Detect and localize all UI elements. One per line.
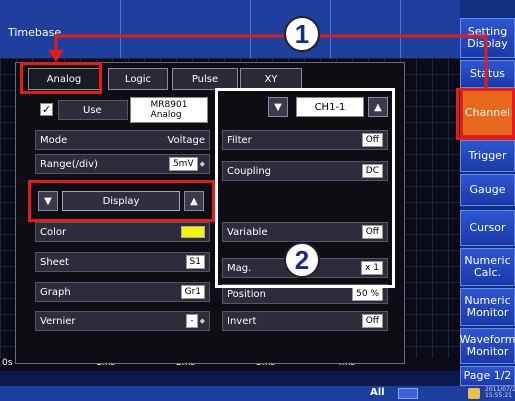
- top-bar: Timebase: [0, 0, 460, 58]
- numeric-monitor-button[interactable]: Numeric Monitor: [460, 288, 515, 326]
- position-label: Position: [227, 288, 266, 300]
- channel-button-highlight: [456, 88, 515, 140]
- use-label: Use: [83, 104, 102, 116]
- waveform-monitor-button[interactable]: Waveform Monitor: [460, 328, 515, 364]
- trigger-button[interactable]: Trigger: [460, 140, 515, 172]
- topbar-divider: [400, 0, 401, 58]
- analog-tab-highlight: [20, 62, 102, 94]
- spinner-icon[interactable]: ◆: [200, 160, 205, 168]
- graph-value[interactable]: Gr1: [180, 285, 205, 299]
- sheet-value[interactable]: S1: [185, 255, 205, 269]
- vernier-label: Vernier: [40, 315, 76, 327]
- bottom-status-bar: All 2011/07/22 15:55:21: [0, 386, 515, 401]
- mode-row[interactable]: Mode Voltage: [35, 130, 210, 150]
- tab-logic[interactable]: Logic: [108, 68, 168, 90]
- use-row: Use: [58, 100, 128, 120]
- mode-value: Voltage: [167, 134, 205, 146]
- time-tick: 0s: [2, 358, 13, 368]
- graph-row[interactable]: Graph Gr1: [35, 282, 210, 302]
- range-label: Range(/div): [40, 158, 98, 170]
- graph-label: Graph: [40, 286, 71, 298]
- all-label[interactable]: All: [370, 387, 385, 398]
- numeric-calc-button[interactable]: Numeric Calc.: [460, 248, 515, 286]
- invert-value[interactable]: Off: [361, 314, 383, 328]
- range-value[interactable]: 5mV: [168, 157, 198, 171]
- date-time: 2011/07/22 15:55:21: [485, 386, 515, 399]
- storage-icon: [468, 388, 480, 399]
- status-button[interactable]: Status: [460, 60, 515, 88]
- topbar-divider: [120, 0, 121, 58]
- side-button-panel: Setting Display Status Channel Trigger G…: [460, 0, 515, 386]
- sheet-label: Sheet: [40, 256, 69, 268]
- spinner-icon[interactable]: ◆: [200, 317, 205, 325]
- invert-label: Invert: [227, 315, 257, 327]
- color-row[interactable]: Color: [35, 222, 210, 242]
- cursor-button[interactable]: Cursor: [460, 210, 515, 246]
- page-button[interactable]: Page 1/2: [460, 366, 515, 386]
- position-value[interactable]: 50 %: [352, 287, 383, 301]
- sheet-row[interactable]: Sheet S1: [35, 252, 210, 272]
- topbar-divider: [250, 0, 251, 58]
- callout-number-1: 1: [284, 16, 320, 52]
- tab-xy[interactable]: XY: [240, 68, 302, 90]
- color-swatch[interactable]: [181, 226, 205, 238]
- vernier-value[interactable]: -: [186, 314, 198, 328]
- range-row[interactable]: Range(/div) 5mV ◆: [35, 154, 210, 174]
- invert-row[interactable]: Invert Off: [222, 311, 388, 331]
- module-field: MR8901 Analog: [130, 97, 208, 123]
- timebase-title[interactable]: Timebase: [8, 26, 61, 39]
- topbar-divider: [330, 0, 331, 58]
- callout-number-2: 2: [284, 242, 320, 278]
- gauge-button[interactable]: Gauge: [460, 174, 515, 206]
- color-label: Color: [40, 226, 67, 238]
- channel-indicator: [398, 388, 418, 399]
- tab-pulse[interactable]: Pulse: [172, 68, 238, 90]
- mode-label: Mode: [40, 134, 68, 146]
- vernier-row[interactable]: Vernier - ◆: [35, 311, 210, 331]
- display-selector-highlight: [28, 180, 215, 222]
- setting-display-button[interactable]: Setting Display: [460, 18, 515, 58]
- use-checkbox[interactable]: ✓: [40, 103, 53, 116]
